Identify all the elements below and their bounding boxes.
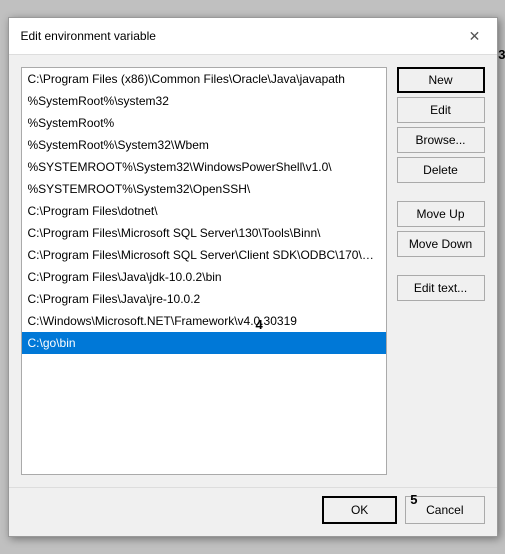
list-item[interactable]: C:\Program Files\Java\jre-10.0.2 [22, 288, 386, 310]
move-down-button[interactable]: Move Down [397, 231, 485, 257]
badge-3: 3 [498, 47, 505, 62]
list-item[interactable]: C:\Program Files\Microsoft SQL Server\Cl… [22, 244, 386, 266]
edit-text-button[interactable]: Edit text... [397, 275, 485, 301]
title-bar: Edit environment variable ✕ [9, 18, 497, 55]
list-item[interactable]: %SYSTEMROOT%\System32\OpenSSH\ [22, 178, 386, 200]
list-item[interactable]: %SystemRoot%\System32\Wbem [22, 134, 386, 156]
env-variable-list[interactable]: C:\Program Files (x86)\Common Files\Orac… [21, 67, 387, 475]
edit-button[interactable]: Edit [397, 97, 485, 123]
list-item[interactable]: C:\Program Files\dotnet\ [22, 200, 386, 222]
list-item[interactable]: C:\go\bin [22, 332, 386, 354]
badge-5: 5 [410, 492, 417, 507]
list-item[interactable]: C:\Program Files\Java\jdk-10.0.2\bin [22, 266, 386, 288]
edit-env-dialog: Edit environment variable ✕ C:\Program F… [8, 17, 498, 537]
list-item[interactable]: %SYSTEMROOT%\System32\WindowsPowerShell\… [22, 156, 386, 178]
browse-button[interactable]: Browse... [397, 127, 485, 153]
badge-4: 4 [256, 317, 263, 332]
dialog-content: C:\Program Files (x86)\Common Files\Orac… [9, 55, 497, 487]
dialog-footer: OK Cancel [9, 487, 497, 536]
new-button[interactable]: New [397, 67, 485, 93]
list-item[interactable]: C:\Program Files\Microsoft SQL Server\13… [22, 222, 386, 244]
delete-button[interactable]: Delete [397, 157, 485, 183]
list-item[interactable]: %SystemRoot% [22, 112, 386, 134]
list-item[interactable]: %SystemRoot%\system32 [22, 90, 386, 112]
close-button[interactable]: ✕ [465, 26, 485, 46]
move-up-button[interactable]: Move Up [397, 201, 485, 227]
button-panel: New Edit Browse... Delete Move Up Move D… [397, 67, 485, 475]
ok-button[interactable]: OK [322, 496, 397, 524]
dialog-title: Edit environment variable [21, 29, 156, 43]
list-item[interactable]: C:\Program Files (x86)\Common Files\Orac… [22, 68, 386, 90]
list-item[interactable]: C:\Windows\Microsoft.NET\Framework\v4.0.… [22, 310, 386, 332]
